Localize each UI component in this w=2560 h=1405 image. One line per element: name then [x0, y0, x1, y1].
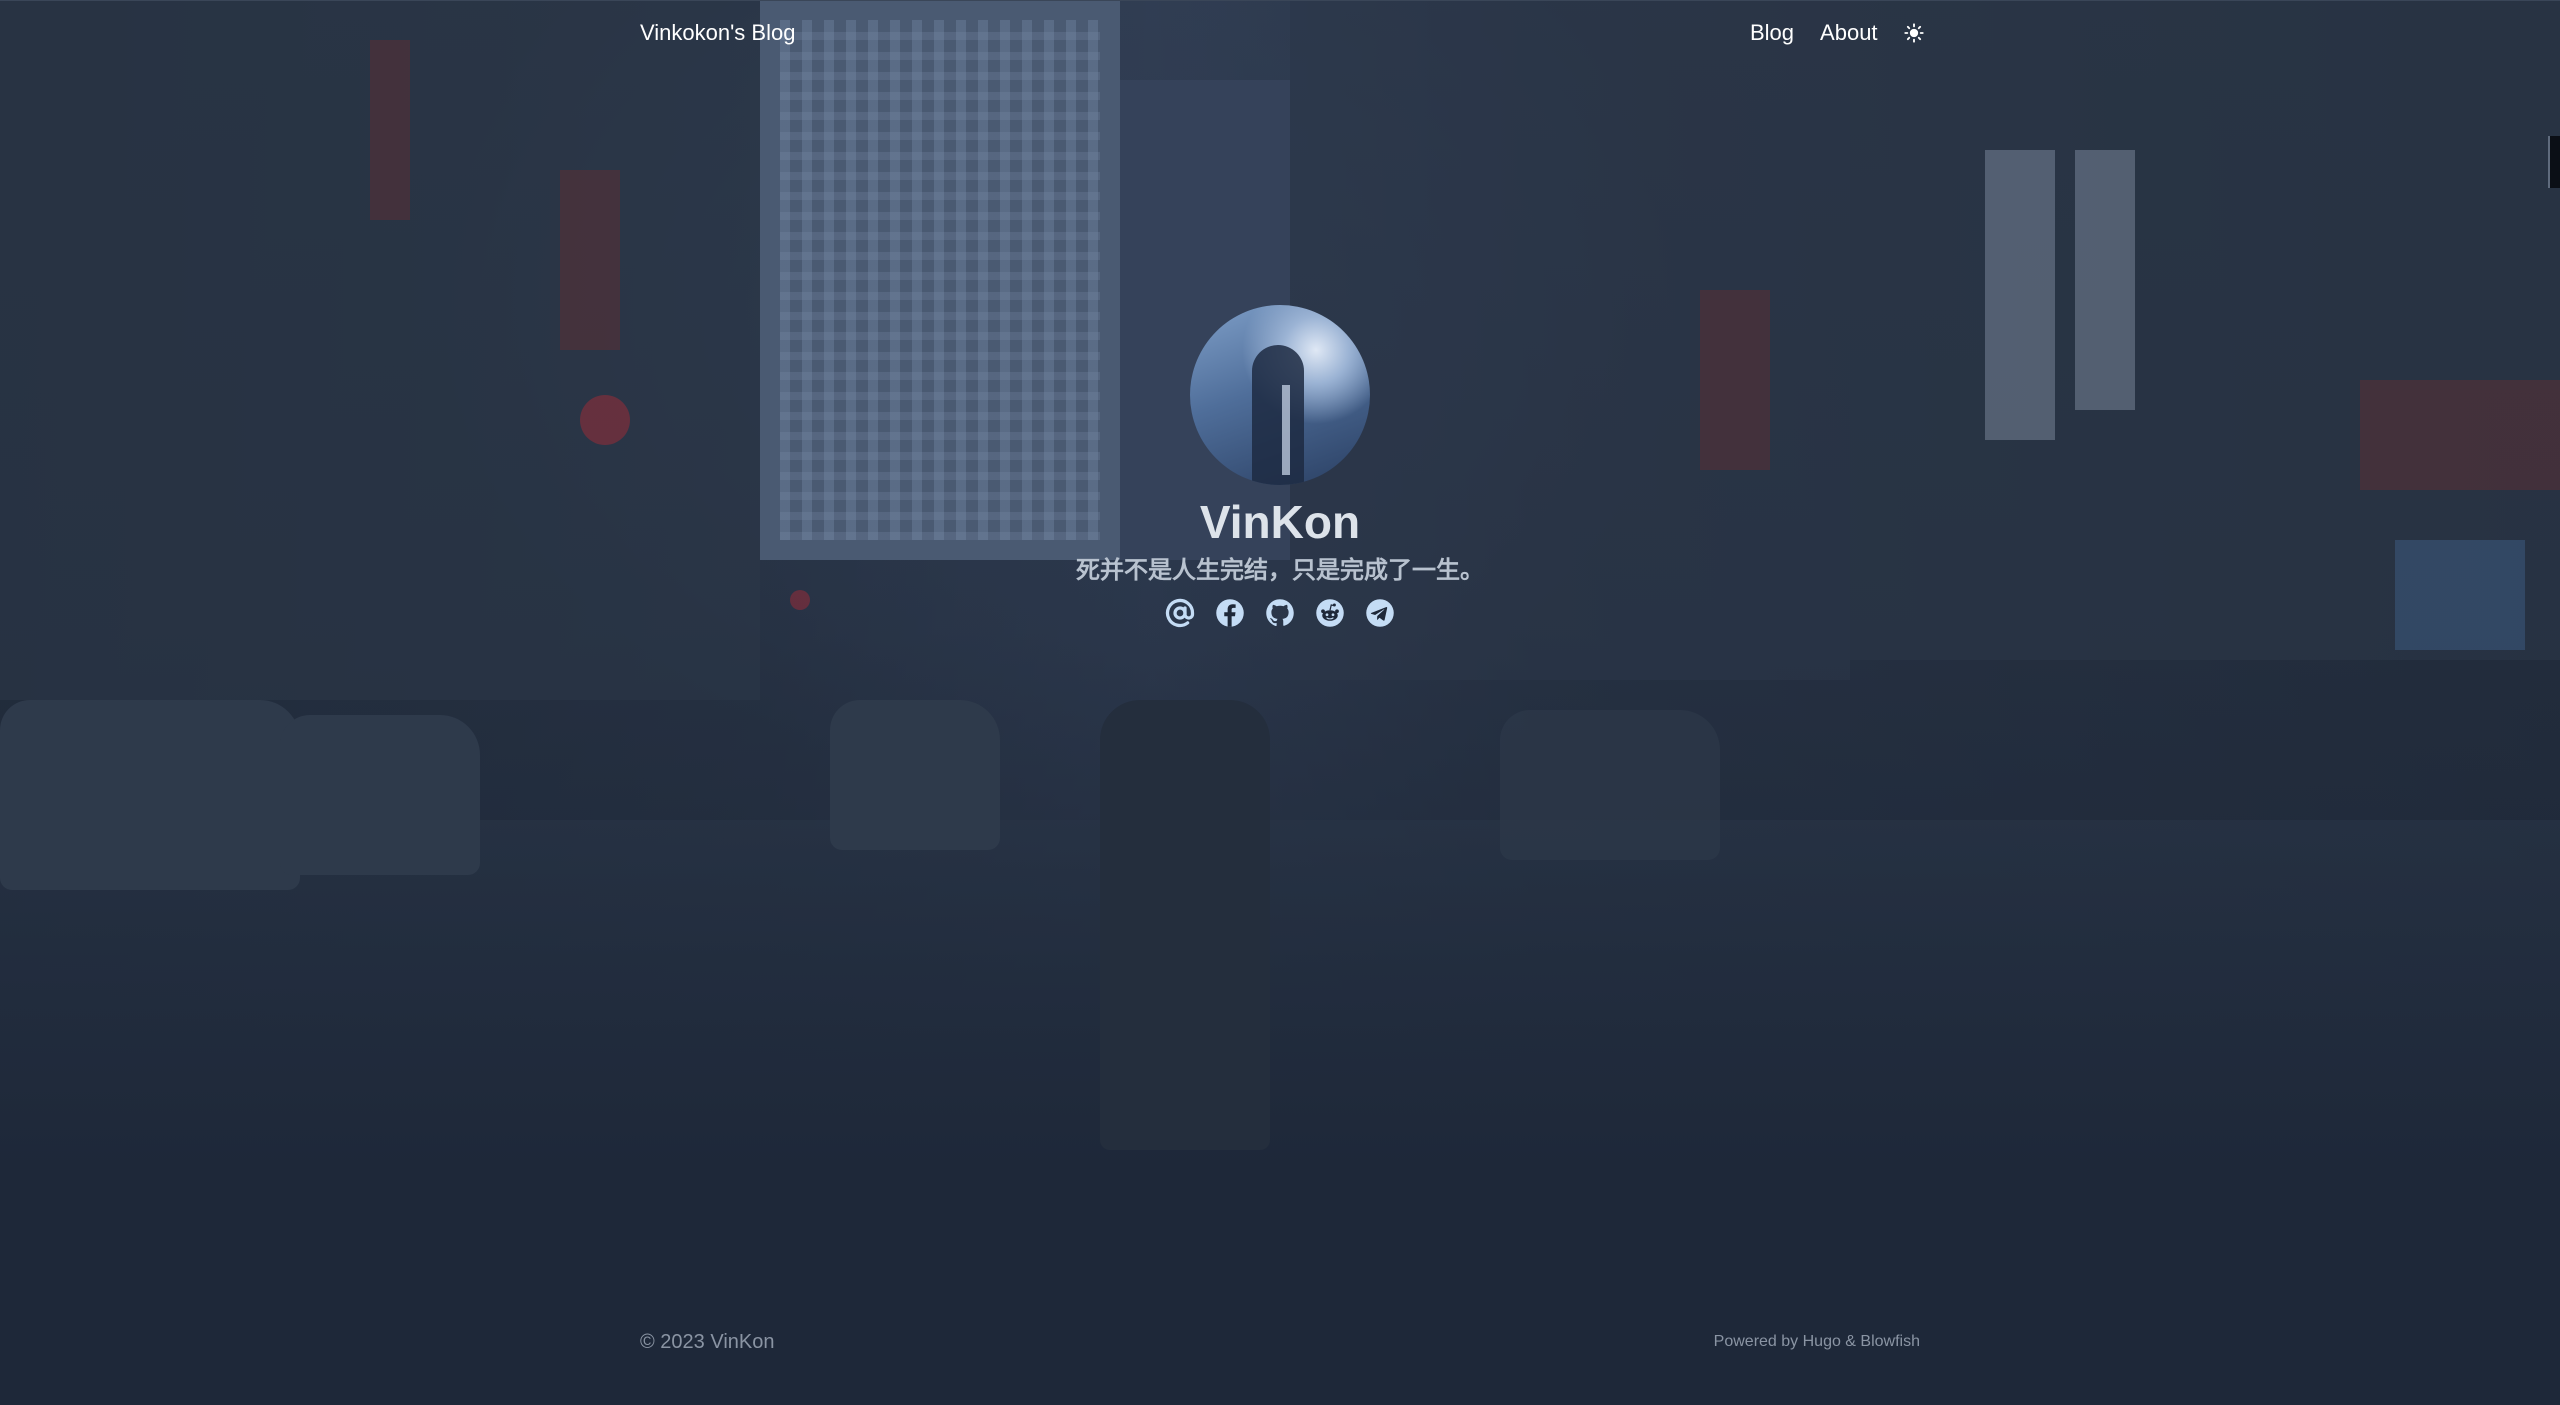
at-sign-icon [1165, 598, 1195, 628]
page: Vinkokon's Blog Blog About VinKon 死并不是人生… [0, 0, 2560, 1405]
reddit-icon [1316, 599, 1344, 627]
reddit-link[interactable] [1314, 597, 1346, 629]
email-link[interactable] [1164, 597, 1196, 629]
main-nav: Blog About [1750, 20, 1924, 46]
theme-toggle-button[interactable] [1903, 23, 1924, 43]
nav-link-about[interactable]: About [1820, 20, 1878, 46]
telegram-link[interactable] [1364, 597, 1396, 629]
powered-by-label: Powered by [1713, 1333, 1803, 1350]
site-header: Vinkokon's Blog Blog About [0, 0, 2560, 67]
profile-section: VinKon 死并不是人生完结，只是完成了一生。 [0, 305, 2560, 629]
github-link[interactable] [1264, 597, 1296, 629]
profile-motto: 死并不是人生完结，只是完成了一生。 [1076, 557, 1484, 584]
avatar [1190, 305, 1370, 485]
hugo-link[interactable]: Hugo [1803, 1333, 1841, 1350]
profile-name: VinKon [1199, 496, 1361, 548]
scroll-indicator[interactable] [2548, 136, 2560, 188]
footer-copyright: © 2023 VinKon [640, 1331, 775, 1353]
blowfish-link[interactable]: Blowfish [1860, 1333, 1920, 1350]
social-links [1164, 597, 1396, 629]
background-image [0, 0, 2560, 1405]
facebook-icon [1216, 599, 1244, 627]
powered-by-separator: & [1840, 1333, 1861, 1350]
facebook-link[interactable] [1214, 597, 1246, 629]
site-title-link[interactable]: Vinkokon's Blog [640, 20, 795, 46]
nav-link-blog[interactable]: Blog [1750, 20, 1794, 46]
footer-powered-by: Powered by Hugo & Blowfish [1714, 1333, 1920, 1351]
sun-icon [1903, 23, 1924, 43]
github-icon [1266, 599, 1294, 627]
telegram-icon [1366, 599, 1394, 627]
